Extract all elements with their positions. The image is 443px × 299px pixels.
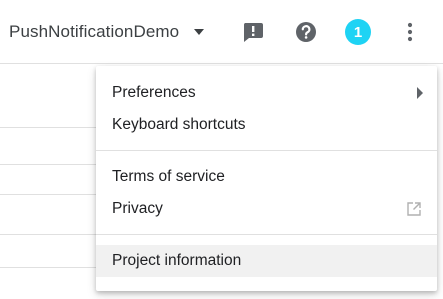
background-divider	[0, 234, 100, 235]
project-selector[interactable]: PushNotificationDemo	[0, 12, 207, 52]
external-link-icon	[405, 200, 423, 218]
menu-item-label: Keyboard shortcuts	[112, 116, 246, 133]
background-divider	[0, 194, 100, 195]
help-button[interactable]	[290, 16, 322, 48]
help-question-icon	[295, 21, 317, 43]
menu-divider	[96, 150, 437, 151]
background-divider	[0, 267, 100, 268]
notification-badge: 1	[345, 19, 371, 45]
menu-item-privacy[interactable]: Privacy	[96, 193, 437, 225]
background-divider	[0, 164, 100, 165]
notification-count: 1	[353, 23, 363, 41]
menu-item-label: Project information	[112, 252, 242, 269]
feedback-button[interactable]	[237, 16, 269, 48]
top-app-bar: PushNotificationDemo 1	[0, 0, 443, 64]
caret-down-icon	[191, 24, 207, 40]
menu-divider	[96, 234, 437, 235]
overflow-menu: Preferences Keyboard shortcuts Terms of …	[96, 66, 437, 291]
submenu-arrow-icon	[417, 87, 423, 99]
menu-item-label: Terms of service	[112, 168, 225, 185]
more-vert-icon	[407, 22, 413, 42]
feedback-exclamation-icon	[241, 20, 265, 44]
menu-item-terms-of-service[interactable]: Terms of service	[96, 161, 437, 193]
menu-item-keyboard-shortcuts[interactable]: Keyboard shortcuts	[96, 109, 437, 141]
menu-item-project-information[interactable]: Project information	[96, 245, 437, 277]
menu-item-preferences[interactable]: Preferences	[96, 77, 437, 109]
menu-item-label: Preferences	[112, 84, 196, 101]
project-name: PushNotificationDemo	[9, 22, 180, 41]
menu-item-label: Privacy	[112, 200, 163, 217]
more-options-button[interactable]	[394, 16, 426, 48]
background-divider	[0, 127, 100, 128]
notifications-button[interactable]: 1	[342, 16, 374, 48]
